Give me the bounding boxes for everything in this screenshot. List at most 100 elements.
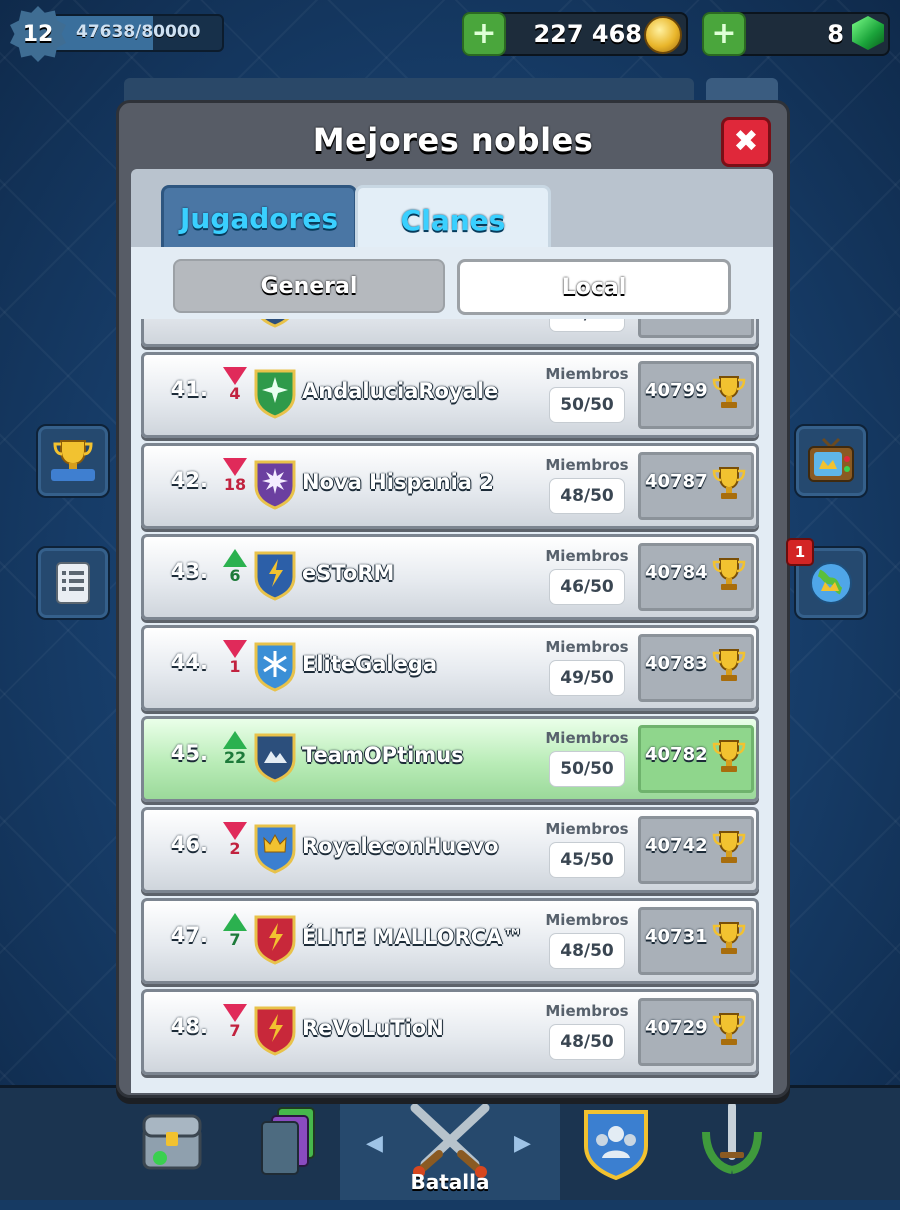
rank-change-value: 6 [229,566,241,585]
rank-down-arrow-icon [223,822,247,840]
rank-change-value: 7 [229,930,241,949]
members-count: 45/50 [549,842,625,878]
clan-rank: 46. [170,832,208,856]
rank-change: 18 [218,458,252,494]
clan-row[interactable]: 40.32Roto2RoyalGloryMiembros49/5040812 [141,319,759,347]
rank-up-arrow-icon [223,731,247,749]
trophy-icon [712,467,746,499]
clan-badge-icon [254,915,296,965]
clan-row[interactable]: 45. 22 TeamOPtimus Miembros 50/50 40782 [141,716,759,802]
clan-trophies: 40742 [645,835,708,856]
rank-down-arrow-icon [223,1004,247,1022]
gem-value: 8 [827,20,844,48]
trophy-box: 40729 [638,998,754,1066]
clan-row[interactable]: 44. 1 EliteGalega Miembros 49/50 40783 [141,625,759,711]
close-button[interactable]: ✖ [721,117,771,167]
clan-name: Nova Hispania 2 [302,470,494,494]
clan-row[interactable]: 47. 7 ÉLITE MALLORCA™ Miembros 48/50 40731 [141,898,759,984]
clan-trophies: 40799 [645,380,708,401]
clan-rank: 44. [170,650,208,674]
tab-jugadores[interactable]: Jugadores [161,185,357,248]
clan-name: TeamOPtimus [302,743,464,767]
trophy-road-icon [51,440,95,481]
bottom-nav: ◀ ▶ Batalla [0,1072,900,1200]
clan-trophies: 40784 [645,562,708,583]
clan-row[interactable]: 48. 7 ReVoLuTioN Miembros 48/50 40729 [141,989,759,1075]
clan-badge-icon [254,733,296,783]
clan-row[interactable]: 42. 18 Nova Hispania 2 Miembros 48/50 40787 [141,443,759,529]
clan-row[interactable]: 41. 4 AndaluciaRoyale Miembros 50/50 40799 [141,352,759,438]
xp-bar: 47638/80000 [50,14,224,52]
rank-change: 2 [218,822,252,858]
members-label: Miembros [545,820,629,838]
trophy-box: 40812 [638,319,754,338]
clan-row[interactable]: 46. 2 RoyaleconHuevo Miembros 45/50 40742 [141,807,759,893]
segment-general[interactable]: General [173,259,445,313]
clan-rank: 45. [170,741,208,765]
shop-chest-icon [142,1114,202,1170]
cards-icon [261,1107,315,1175]
clan-name: eSToRM [302,561,395,585]
rank-change-value: 7 [229,1021,241,1040]
tv-royale-icon [808,437,854,482]
trophy-icon [712,649,746,681]
nav-shop[interactable] [116,1092,228,1210]
trophy-box: 40784 [638,543,754,611]
nav-cards[interactable] [232,1092,344,1210]
rank-change: 6 [218,549,252,585]
rank-change: 1 [218,640,252,676]
members-label: Miembros [545,1002,629,1020]
segment-local[interactable]: Local [457,259,731,315]
tab-clanes[interactable]: Clanes [355,185,551,252]
gold-value: 227 468 [533,20,642,48]
clan-icon [584,1110,648,1181]
members-label: Miembros [545,365,629,383]
clan-badge-icon [260,319,290,328]
tournament-icon [702,1102,762,1174]
scroll-icon [56,562,90,604]
trophy-icon [711,319,747,321]
members-count: 50/50 [549,751,625,787]
rank-down-arrow-icon [223,640,247,658]
clan-rank: 48. [170,1014,208,1038]
clan-trophies: 40729 [645,1017,708,1038]
rank-change: 7 [218,913,252,949]
rank-change-value: 2 [229,839,241,858]
xp-text: 47638/80000 [76,22,201,42]
clan-leaderboard-list[interactable]: 40.32Roto2RoyalGloryMiembros49/504081241… [131,319,773,1093]
rank-change: 4 [218,367,252,403]
gold-coin-icon [644,16,682,54]
members-label: Miembros [545,547,629,565]
buy-gems-button[interactable]: + [702,12,746,56]
trophy-road-button[interactable] [36,424,110,498]
tab-content: General Local 40.32Roto2RoyalGloryMiembr… [131,247,773,1093]
rank-up-arrow-icon [223,549,247,567]
trophy-box: 40787 [638,452,754,520]
clan-badge-icon [254,551,296,601]
rank-up-arrow-icon [223,913,247,931]
clan-name: RoyaleconHuevo [302,834,499,858]
close-icon: ✖ [733,124,759,159]
nav-active-label: Batalla [410,1170,490,1194]
members-label: Miembros [545,638,629,656]
nav-clan[interactable] [560,1092,672,1210]
members-count: 49/50 [549,319,625,332]
tv-royale-button[interactable] [794,424,868,498]
nav-tournaments[interactable] [676,1092,788,1210]
clan-name: AndaluciaRoyale [302,379,499,403]
level-number: 12 [22,21,54,47]
nav-next-arrow[interactable]: ▶ [514,1131,531,1156]
rank-change: 7 [218,1004,252,1040]
rank-change-value: 4 [229,384,241,403]
news-scroll-button[interactable] [36,546,110,620]
clan-rank: 43. [170,559,208,583]
nav-prev-arrow[interactable]: ◀ [366,1131,383,1156]
clan-badge-icon [254,1006,296,1056]
clan-rank: 47. [170,923,208,947]
members-label: Miembros [545,911,629,929]
trophy-box: 40799 [638,361,754,429]
buy-gold-button[interactable]: + [462,12,506,56]
clan-row[interactable]: 43. 6 eSToRM Miembros 46/50 40784 [141,534,759,620]
trophy-box: 40731 [638,907,754,975]
top-clans-modal: Mejores nobles ✖ Jugadores Clanes Genera… [116,100,790,1098]
